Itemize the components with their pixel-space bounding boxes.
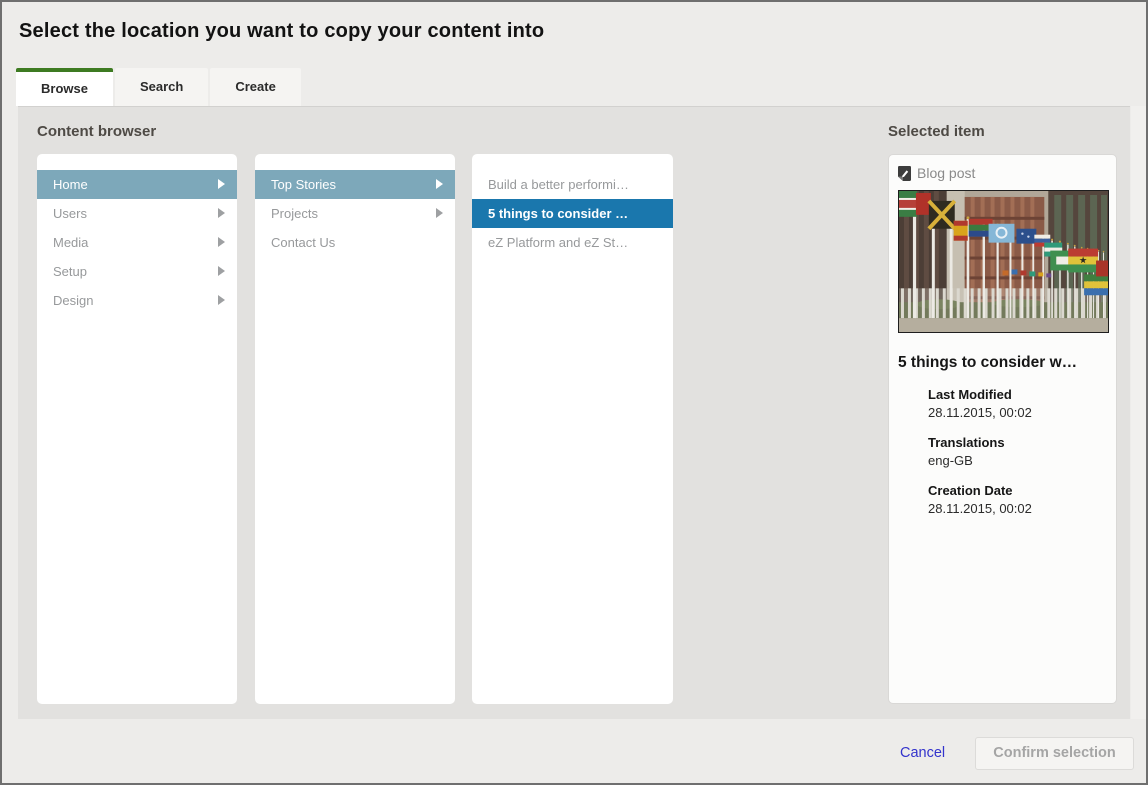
chevron-right-icon — [218, 179, 225, 189]
browser-item-label: Home — [53, 177, 88, 192]
chevron-right-icon — [436, 179, 443, 189]
browser-item-design[interactable]: Design — [37, 286, 237, 315]
content-type-row: Blog post — [898, 165, 1107, 181]
tab-search[interactable]: Search — [115, 68, 208, 106]
tab-browse[interactable]: Browse — [16, 68, 113, 106]
dialog-title: Select the location you want to copy you… — [19, 20, 544, 43]
browser-item-label: Top Stories — [271, 177, 336, 192]
browser-item-label: Setup — [53, 264, 87, 279]
blog-post-thumbnail — [898, 190, 1109, 333]
confirm-selection-button[interactable]: Confirm selection — [975, 737, 1134, 770]
browser-item-ez-platform[interactable]: eZ Platform and eZ St… — [472, 228, 673, 257]
meta-value-creation-date: 28.11.2015, 00:02 — [928, 501, 1107, 516]
blog-post-icon — [898, 166, 911, 181]
meta-value-translations: eng-GB — [928, 453, 1107, 468]
chevron-right-icon — [436, 208, 443, 218]
browser-item-projects[interactable]: Projects — [255, 199, 455, 228]
tab-bar: Browse Search Create — [16, 68, 303, 106]
chevron-right-icon — [218, 237, 225, 247]
cancel-button[interactable]: Cancel — [900, 745, 945, 761]
meta-label-translations: Translations — [928, 435, 1107, 450]
selected-item-meta: Last Modified 28.11.2015, 00:02 Translat… — [928, 387, 1107, 516]
browser-item-5-things[interactable]: 5 things to consider … — [472, 199, 673, 228]
browser-item-label: Media — [53, 235, 88, 250]
tab-create[interactable]: Create — [210, 68, 300, 106]
browser-item-media[interactable]: Media — [37, 228, 237, 257]
chevron-right-icon — [218, 208, 225, 218]
browser-column-3: Build a better performi… 5 things to con… — [472, 154, 673, 704]
browser-item-label: Design — [53, 293, 93, 308]
browser-item-setup[interactable]: Setup — [37, 257, 237, 286]
meta-label-last-modified: Last Modified — [928, 387, 1107, 402]
selected-item-heading: Selected item — [888, 123, 985, 140]
browser-item-label: Projects — [271, 206, 318, 221]
selected-item-card: Blog post — [888, 154, 1117, 704]
browser-item-users[interactable]: Users — [37, 199, 237, 228]
chevron-right-icon — [218, 295, 225, 305]
browser-column-1: Home Users Media Setup Design — [37, 154, 237, 704]
browser-item-label: Users — [53, 206, 87, 221]
browser-item-home[interactable]: Home — [37, 170, 237, 199]
content-type-label: Blog post — [917, 165, 975, 181]
browser-item-label: Build a better performi… — [488, 177, 629, 192]
browser-item-top-stories[interactable]: Top Stories — [255, 170, 455, 199]
browser-item-contact-us[interactable]: Contact Us — [255, 228, 455, 257]
browser-item-label: Contact Us — [271, 235, 335, 250]
meta-label-creation-date: Creation Date — [928, 483, 1107, 498]
meta-value-last-modified: 28.11.2015, 00:02 — [928, 405, 1107, 420]
selected-item-title: 5 things to consider w… — [898, 354, 1107, 372]
scrollbar-track[interactable] — [1131, 106, 1146, 719]
browser-item-label: eZ Platform and eZ St… — [488, 235, 628, 250]
browser-item-label: 5 things to consider … — [488, 206, 628, 221]
copy-location-dialog: Select the location you want to copy you… — [0, 0, 1148, 785]
content-browser-heading: Content browser — [37, 123, 156, 140]
browser-column-2: Top Stories Projects Contact Us — [255, 154, 455, 704]
browser-item-build-a-better[interactable]: Build a better performi… — [472, 170, 673, 199]
chevron-right-icon — [218, 266, 225, 276]
